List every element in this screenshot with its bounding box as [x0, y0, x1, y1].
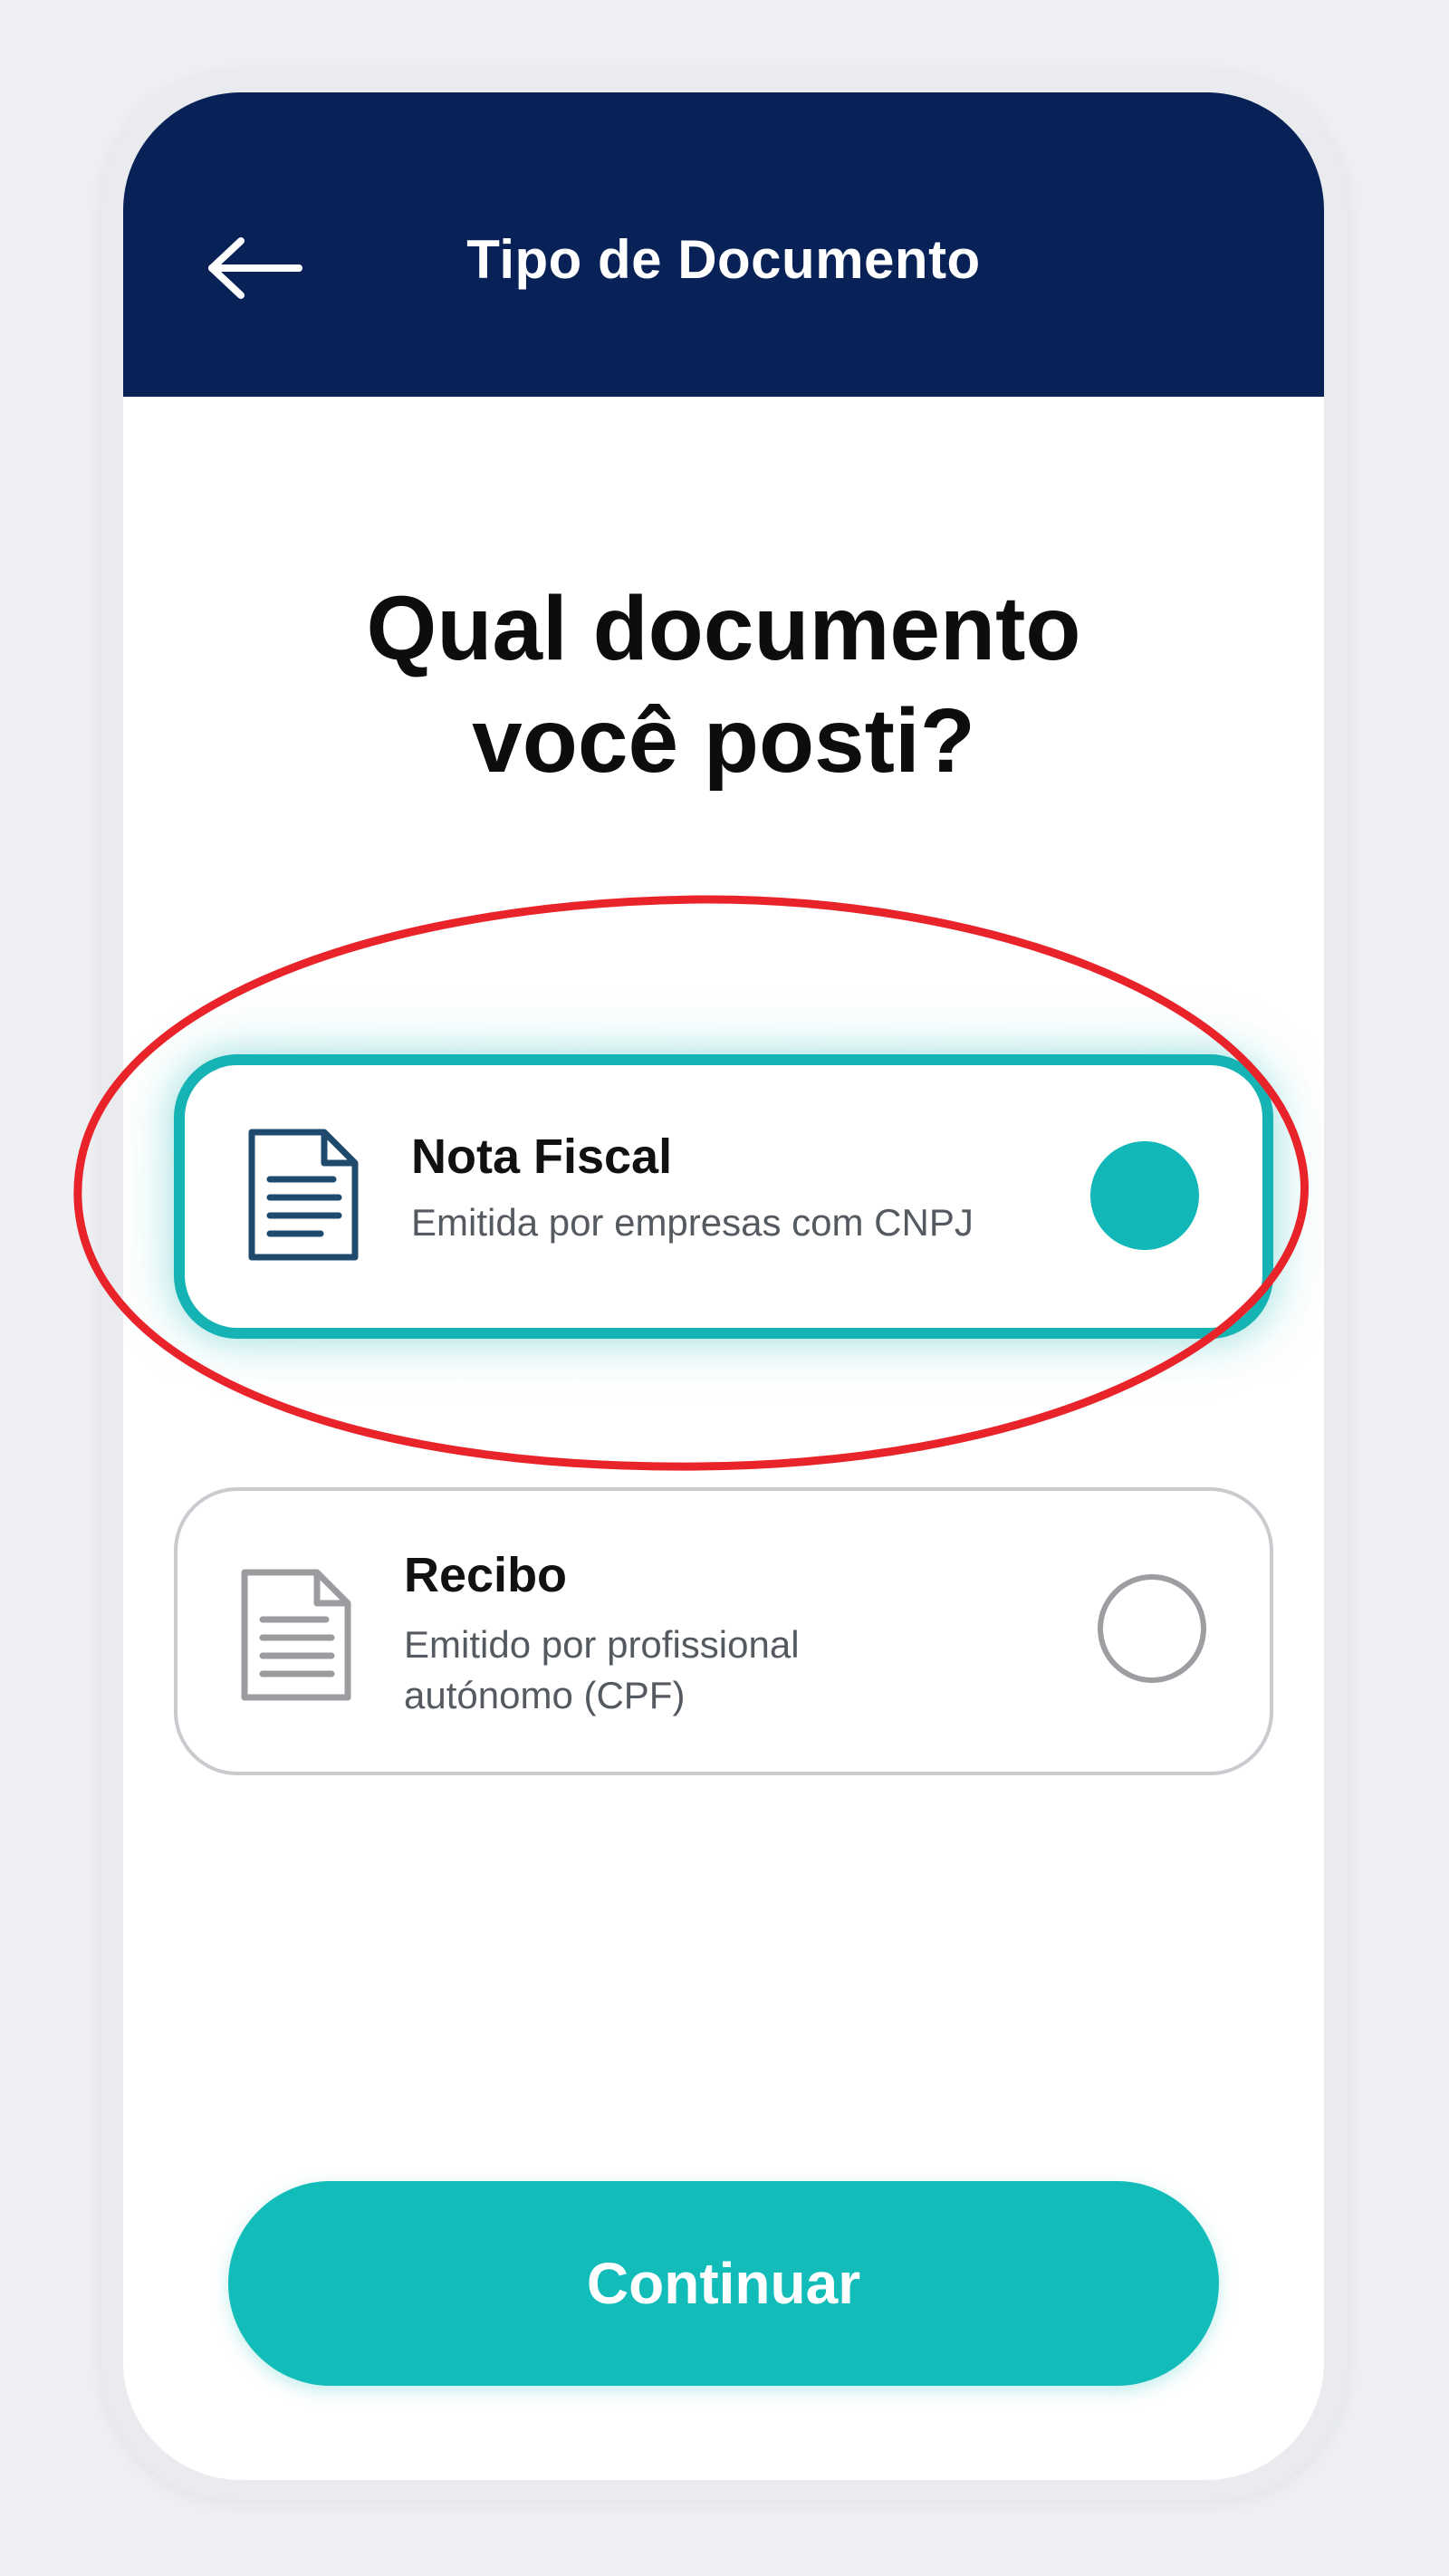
option-description: Emitida por empresas com CNPJ [411, 1201, 974, 1244]
option-title: Recibo [404, 1548, 568, 1602]
option-recibo[interactable]: Recibo Emitido por profissional autónomo… [174, 1487, 1273, 1775]
radio-unselected[interactable] [1098, 1574, 1206, 1683]
option-description-line-1: Emitido por profissional [404, 1623, 800, 1666]
question-line-2: você posti? [472, 690, 975, 792]
question-heading: Qual documento você posti? [123, 572, 1324, 797]
option-title: Nota Fiscal [411, 1129, 673, 1184]
option-nota-fiscal[interactable]: Nota Fiscal Emitida por empresas com CNP… [174, 1054, 1273, 1339]
continue-button[interactable]: Continuar [228, 2181, 1219, 2386]
document-icon [241, 1569, 351, 1701]
page-title: Tipo de Documento [466, 229, 981, 290]
option-description: Emitido por profissional autónomo (CPF) [404, 1620, 1056, 1721]
radio-selected[interactable] [1090, 1141, 1199, 1250]
phone-screen: Tipo de Documento Qual documento você po… [123, 92, 1324, 2480]
question-line-1: Qual documento [366, 578, 1081, 679]
option-description-line-2: autónomo (CPF) [404, 1674, 686, 1716]
app-header: Tipo de Documento [123, 92, 1324, 397]
document-icon [248, 1129, 359, 1261]
